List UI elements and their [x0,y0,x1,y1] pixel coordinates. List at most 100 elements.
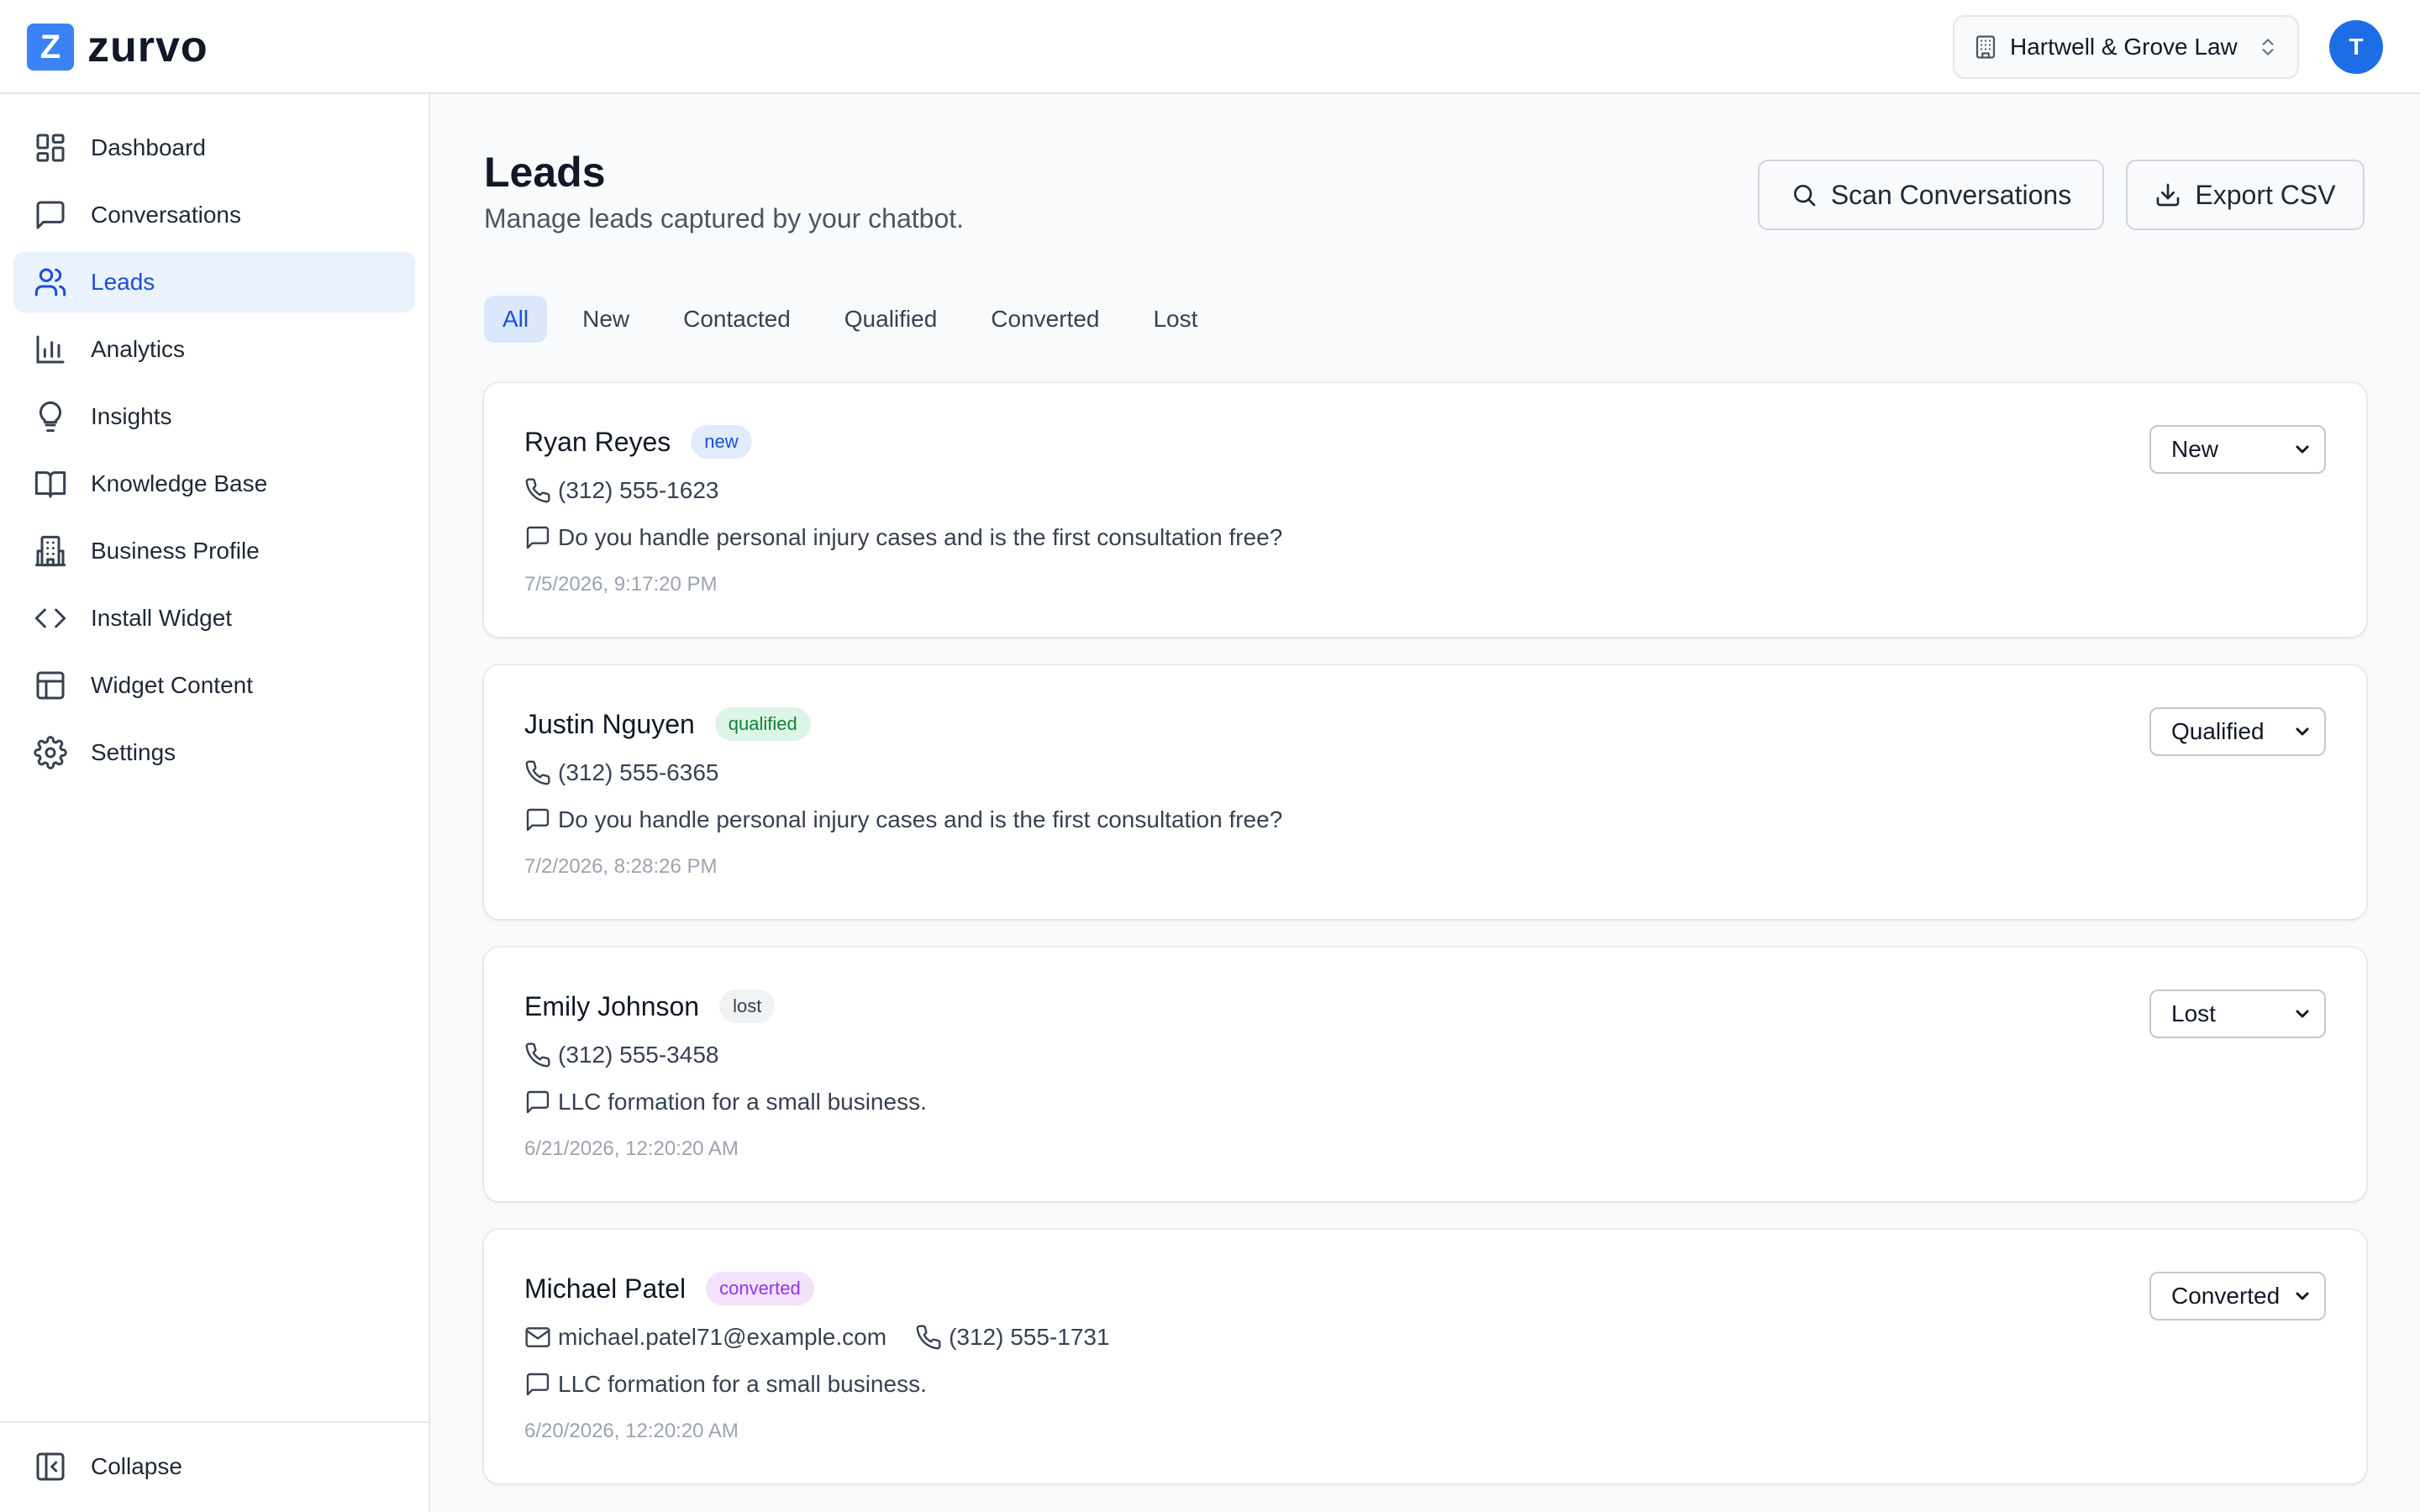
lead-card: Michael Patel converted michael.patel71@… [484,1230,2366,1483]
sidebar-nav: Dashboard Conversations Leads Analytics … [13,118,415,790]
message-icon [36,201,65,229]
lead-message-text: LLC formation for a small business. [558,1089,927,1115]
lightbulb-icon [39,401,62,433]
lead-message-text: Do you handle personal injury cases and … [558,806,1283,832]
page-subtitle: Manage leads captured by your chatbot. [484,203,965,234]
sidebar-item-settings[interactable]: Settings [13,722,415,783]
lead-status-select[interactable]: Converted [2149,1272,2326,1320]
phone-icon [916,1325,941,1350]
sidebar-item-conversations[interactable]: Conversations [13,185,415,245]
lead-message-text: LLC formation for a small business. [558,1371,927,1397]
lead-status-select[interactable]: New [2149,425,2326,474]
sidebar-item-business-profile[interactable]: Business Profile [13,521,415,581]
avatar[interactable]: T [2329,20,2383,74]
lead-message: Do you handle personal injury cases and … [524,806,1282,833]
lead-contact: michael.patel71@example.com (312) 555-17… [524,1324,1110,1351]
lead-phone: (312) 555-1623 [558,477,719,503]
lead-phone: (312) 555-6365 [558,759,719,785]
leads-list: Ryan Reyes new (312) 555-1623 Do you han… [484,383,2366,1512]
search-icon [1793,185,1816,207]
lead-card: Emily Johnson lost (312) 555-3458 LLC fo… [484,948,2366,1201]
book-icon [34,471,66,498]
message-icon [526,808,550,832]
lead-header: Michael Patel converted [524,1272,814,1305]
lead-contact: (312) 555-3458 [524,1042,718,1068]
lead-header: Emily Johnson lost [524,990,776,1023]
lead-contact: (312) 555-6365 [524,759,718,786]
building-icon [1975,35,1996,59]
code-icon [34,608,66,628]
lead-name: Michael Patel [524,1273,687,1304]
sidebar-item-label: Dashboard [91,134,206,160]
logo-letter: Z [39,28,61,66]
lead-message: LLC formation for a small business. [524,1371,927,1398]
scan-conversations-button[interactable]: Scan Conversations [1758,160,2104,230]
sidebar-item-analytics[interactable]: Analytics [13,319,415,380]
sidebar-item-label: Business Profile [91,538,260,564]
chevron-down-icon [2296,727,2309,736]
sidebar-item-label: Knowledge Base [91,470,268,496]
status-filter-tabs: All New Contacted Qualified Converted Lo… [484,296,1233,343]
lead-email: michael.patel71@example.com [558,1324,887,1350]
message-icon [526,1090,550,1114]
status-badge: qualified [714,707,811,741]
status-badge: new [691,425,752,459]
layout-icon [36,671,65,700]
lead-status-select[interactable]: Lost [2149,990,2326,1038]
filter-tab-all[interactable]: All [484,296,548,343]
sidebar-item-label: Conversations [91,202,241,228]
sidebar-item-leads[interactable]: Leads [13,252,415,312]
building-icon [34,535,66,567]
scan-conversations-label: Scan Conversations [1830,179,2072,210]
lead-phone: (312) 555-3458 [558,1042,719,1068]
lead-name: Justin Nguyen [524,708,695,739]
lead-header: Ryan Reyes new [524,425,752,459]
sidebar-item-install-widget[interactable]: Install Widget [13,588,415,648]
lead-status-select[interactable]: Qualified [2149,707,2326,756]
lead-message: Do you handle personal injury cases and … [524,524,1282,551]
message-icon [526,1373,550,1396]
avatar-initial: T [2349,34,2364,60]
sidebar-footer: Collapse [0,1421,429,1512]
sidebar-item-widget-content[interactable]: Widget Content [13,655,415,716]
app-name: zurvo [87,23,208,71]
top-bar: Z zurvo Hartwell & Grove Law T [0,0,2420,94]
status-badge: lost [719,990,776,1023]
phone-icon [525,1042,550,1068]
lead-message-text: Do you handle personal injury cases and … [558,524,1283,550]
lead-contact: (312) 555-1623 [524,477,718,504]
users-icon [34,268,66,297]
lead-phone: (312) 555-1731 [949,1324,1110,1350]
lead-date: 7/5/2026, 9:17:20 PM [524,573,718,596]
sidebar-item-knowledge-base[interactable]: Knowledge Base [13,454,415,514]
chevron-down-icon [2296,1292,2309,1300]
lead-card: Justin Nguyen qualified (312) 555-6365 D… [484,665,2366,919]
logo[interactable]: Z zurvo [27,24,208,71]
sidebar-item-label: Leads [91,269,155,295]
filter-tab-converted[interactable]: Converted [972,296,1118,343]
status-badge: converted [706,1272,814,1305]
chevron-down-icon [2296,445,2309,454]
collapse-button[interactable]: Collapse [13,1436,415,1497]
lead-date: 7/2/2026, 8:28:26 PM [524,855,718,878]
gear-icon [34,736,67,769]
filter-tab-lost[interactable]: Lost [1134,296,1216,343]
export-csv-button[interactable]: Export CSV [2126,160,2365,230]
sidebar-item-label: Widget Content [91,672,253,698]
sidebar-item-label: Analytics [91,336,186,362]
lead-name: Emily Johnson [524,990,700,1021]
filter-tab-contacted[interactable]: Contacted [665,296,809,343]
sidebar-item-insights[interactable]: Insights [13,386,415,447]
mail-icon [525,1327,550,1347]
org-switcher[interactable]: Hartwell & Grove Law [1953,15,2299,79]
filter-tab-new[interactable]: New [564,296,648,343]
sidebar-item-dashboard[interactable]: Dashboard [13,118,415,178]
collapse-label: Collapse [91,1453,182,1479]
lead-date: 6/21/2026, 12:20:20 AM [524,1137,739,1160]
phone-icon [525,478,550,503]
org-name: Hartwell & Grove Law [2010,34,2238,60]
lead-name: Ryan Reyes [524,426,671,457]
filter-tab-qualified[interactable]: Qualified [826,296,956,343]
lead-card: Ryan Reyes new (312) 555-1623 Do you han… [484,383,2366,637]
dashboard-icon [36,134,65,162]
